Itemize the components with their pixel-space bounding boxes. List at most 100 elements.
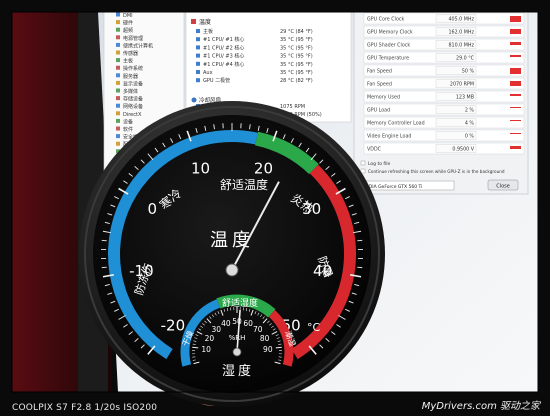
gpu-row-label: Memory Controller Load (367, 121, 425, 127)
sensor-label: GPU 二极管 (203, 77, 230, 84)
tree-item-icon (116, 73, 120, 78)
close-button-label: Close (496, 184, 510, 190)
photo-caption: COOLPIX S7 F2.8 1/20s ISO200 (12, 403, 158, 413)
tree-item-icon (116, 20, 120, 25)
gpu-row-graph (510, 133, 521, 134)
tree-item-label: 设备 (123, 118, 133, 125)
continue-label: Continue refreshing this screen while GP… (368, 169, 505, 174)
temperature-scale-label: 20 (254, 160, 273, 178)
tree-item-label: 多媒体 (123, 88, 138, 95)
tree-item-icon (116, 126, 120, 131)
sensor-icon (196, 29, 200, 33)
thermohygrometer: -20-10010 20304050 舒适温度 寒冷 防冻伤 炎热 防暑 温度 °… (79, 101, 385, 407)
tree-item-label: 传感器 (123, 50, 138, 57)
gpu-row-label: GPU Shader Clock (367, 43, 410, 49)
sensor-icon (196, 70, 200, 74)
tree-item-icon (116, 42, 120, 47)
gpu-row-value: 0.9500 V (452, 147, 474, 153)
comfort-humidity-label: 舒适湿度 (222, 297, 258, 309)
tree-item-label: DirectX (123, 112, 142, 118)
gpu-row-value: 405.0 MHz (448, 17, 474, 23)
gpu-row-label: GPU Temperature (367, 56, 409, 62)
tree-item-label: 便携式计算机 (123, 42, 153, 49)
watermark: MyDrivers.com 驱动之家 (421, 401, 540, 412)
temperature-tick (357, 239, 363, 242)
tree-item-icon (116, 58, 120, 63)
temperature-scale-label: 10 (191, 160, 210, 178)
temperature-tick (101, 266, 107, 269)
gpu-row-graph (510, 81, 521, 86)
humidity-scale-label: 50 (232, 317, 242, 326)
tree-item-icon (116, 12, 120, 17)
tree-item-icon (116, 35, 120, 40)
humidity-scale-label: 40 (221, 319, 231, 328)
sensor-label: #1 CPU/ #4 核心 (203, 61, 244, 68)
humidity-title: 湿度 (222, 363, 254, 379)
temperature-scale-label: -20 (161, 316, 186, 334)
continue-checkbox[interactable] (360, 168, 366, 174)
tree-item-label: 操作系统 (123, 65, 143, 72)
gpu-row-label: Fan Speed (367, 69, 392, 75)
gpu-row-value: 4 % (465, 121, 475, 127)
tree-item-label: 超频 (123, 27, 133, 34)
tree-item-label: 显示设备 (123, 80, 143, 87)
tree-item-label: 网络设备 (123, 103, 143, 110)
tree-item-icon (116, 88, 120, 93)
temperature-hub (225, 263, 239, 277)
temperature-header-icon (191, 19, 196, 24)
gpu-row-graph (510, 16, 521, 22)
gpu-row-value: 2070 RPM (450, 82, 474, 88)
tree-item-icon (116, 134, 120, 139)
gpu-row-graph (510, 55, 521, 57)
gpu-row-value: 29.0 °C (456, 56, 475, 62)
gpu-row-label: Video Engine Load (367, 134, 411, 140)
humidity-scale-label: 10 (201, 345, 211, 354)
tree-item-icon (116, 103, 120, 108)
sensor-value: 35 °C (95 °F) (280, 45, 313, 51)
gpu-row-value: 123 MB (456, 95, 474, 101)
sensor-icon (196, 61, 200, 66)
temperature-scale-label: 0 (148, 200, 158, 218)
tree-item-label: 硬件 (123, 20, 133, 27)
humidity-scale-label: 70 (253, 325, 263, 334)
log-label: Log to file (368, 161, 391, 167)
gpu-row-label: Memory Used (367, 95, 400, 101)
humidity-scale-label: 20 (205, 334, 215, 343)
fan-header-icon (191, 97, 197, 103)
sensor-value: 28 °C (82 °F) (280, 78, 313, 84)
humidity-scale-label: 60 (243, 319, 253, 328)
gpu-row-value: 2 % (465, 108, 475, 114)
tree-item-label: DMI (123, 13, 133, 19)
gpu-panel: GPU Core Clock 405.0 MHz GPU Memory Clock 1… (353, 11, 529, 195)
gpu-row-graph (510, 68, 521, 74)
humidity-scale-label: 90 (263, 345, 273, 354)
gpu-row-value: 0 % (465, 134, 475, 140)
gpu-row-graph (510, 94, 521, 96)
log-checkbox[interactable] (360, 160, 366, 166)
gauge-dial (93, 115, 371, 393)
temperature-tick (101, 239, 107, 242)
gpu-row-graph (510, 42, 521, 45)
tree-item-icon (116, 27, 120, 32)
fan-value: 1075 RPM (280, 104, 305, 110)
gpu-row-label: GPU Memory Clock (367, 30, 413, 36)
gpu-row-graph (510, 107, 521, 108)
gpu-row-label: GPU Load (367, 108, 390, 114)
gpu-row-graph (510, 146, 521, 149)
gpu-row-value: 162.0 MHz (448, 30, 474, 36)
gpu-row-graph (510, 120, 521, 121)
humidity-scale-label: 80 (260, 334, 270, 343)
gpu-row-graph (510, 29, 521, 34)
temperature-header: 温度 (199, 18, 211, 26)
tree-item-icon (116, 118, 120, 123)
humidity-unit: %RH (229, 334, 246, 342)
humidity-hub (232, 347, 242, 357)
tree-item-icon (116, 111, 120, 116)
tree-item-icon (116, 50, 120, 55)
tree-item-icon (116, 65, 120, 70)
humidity-scale-label: 30 (211, 325, 221, 334)
tree-item-label: 电源管理 (123, 35, 143, 42)
gpu-row-value: 810.0 MHz (448, 43, 474, 49)
tree-item-label: 存储设备 (123, 96, 143, 103)
sensor-label: 主板 (203, 28, 213, 35)
